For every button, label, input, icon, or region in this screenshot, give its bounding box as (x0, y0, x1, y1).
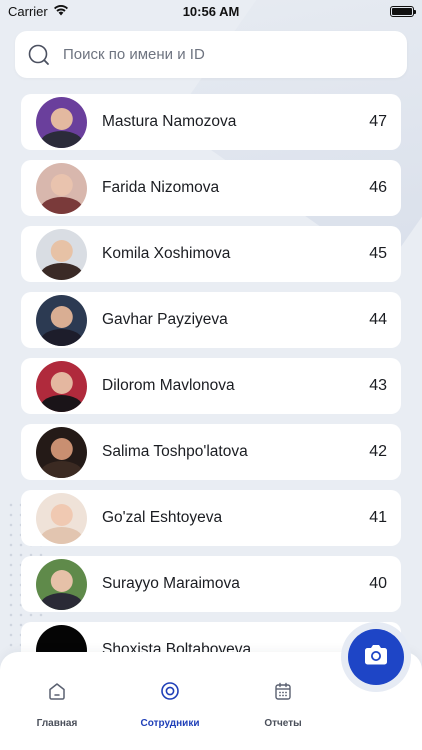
list-item[interactable]: Salima Toshpo'latova 42 (21, 424, 401, 480)
tab-reports[interactable]: Отчеты (233, 652, 333, 750)
employee-name: Gavhar Payziyeva (102, 311, 228, 328)
list-item[interactable]: Mastura Namozova 47 (21, 94, 401, 150)
tab-label: Главная (36, 718, 78, 729)
employee-list: Mastura Namozova 47 Farida Nizomova 46 K… (21, 94, 401, 678)
list-item[interactable]: Dilorom Mavlonova 43 (21, 358, 401, 414)
search-input[interactable] (63, 46, 383, 63)
employee-id: 40 (369, 575, 387, 592)
employee-id: 47 (369, 113, 387, 130)
employee-id: 41 (369, 509, 387, 526)
battery-icon (389, 5, 416, 17)
camera-button[interactable] (348, 629, 404, 685)
employee-name: Salima Toshpo'latova (102, 443, 248, 460)
tab-label: Отчеты (264, 718, 302, 729)
tab-label: Сотрудники (140, 718, 200, 729)
home-icon (46, 680, 68, 702)
avatar (36, 162, 87, 214)
employee-name: Go'zal Eshtoyeva (102, 509, 223, 526)
employee-id: 43 (369, 377, 387, 394)
avatar (36, 228, 87, 280)
search-bar[interactable] (15, 31, 407, 78)
employee-name: Komila Xoshimova (102, 245, 231, 262)
wifi-icon (53, 4, 69, 19)
search-icon (27, 43, 51, 67)
avatar (36, 96, 87, 148)
list-item[interactable]: Gavhar Payziyeva 44 (21, 292, 401, 348)
employee-name: Farida Nizomova (102, 179, 220, 196)
avatar (36, 360, 87, 412)
employee-name: Surayyo Maraimova (102, 575, 240, 592)
carrier-label: Carrier (8, 3, 48, 19)
camera-fab-ring (341, 622, 411, 692)
employee-name: Dilorom Mavlonova (102, 377, 235, 394)
avatar (36, 492, 87, 544)
list-item[interactable]: Komila Xoshimova 45 (21, 226, 401, 282)
status-bar: Carrier 10:56 AM (0, 0, 422, 22)
employee-id: 42 (369, 443, 387, 460)
tab-home[interactable]: Главная (7, 652, 107, 750)
avatar (36, 426, 87, 478)
employee-id: 46 (369, 179, 387, 196)
list-item[interactable]: Surayyo Maraimova 40 (21, 556, 401, 612)
calendar-icon (272, 680, 294, 702)
employee-id: 44 (369, 311, 387, 328)
list-item[interactable]: Go'zal Eshtoyeva 41 (21, 490, 401, 546)
avatar (36, 294, 87, 346)
employees-icon (159, 680, 181, 702)
list-item[interactable]: Farida Nizomova 46 (21, 160, 401, 216)
employee-name: Mastura Namozova (102, 113, 237, 130)
camera-icon (362, 643, 390, 672)
tab-employees[interactable]: Сотрудники (120, 652, 220, 750)
status-time: 10:56 AM (182, 3, 240, 19)
avatar (36, 558, 87, 610)
employee-id: 45 (369, 245, 387, 262)
